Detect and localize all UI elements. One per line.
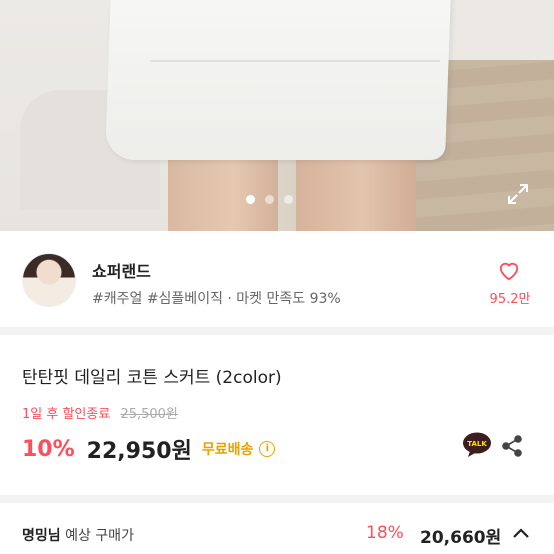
heart-icon[interactable] <box>498 261 520 281</box>
discount-rate: 10% <box>22 436 75 462</box>
free-shipping-label: 무료배송 <box>201 442 254 458</box>
product-image[interactable] <box>0 0 554 231</box>
deal-row: 1일 후 할인종료 25,500원 <box>22 403 178 422</box>
member-discount: 18% <box>366 523 404 543</box>
price-row: 10% 22,950원 무료배송 i <box>22 433 276 465</box>
shop-section[interactable]: 쇼퍼랜드 #캐주얼 #심플베이직 · 마켓 만족도 93% 95.2만 <box>0 231 554 335</box>
carousel-dot-2[interactable] <box>265 195 274 204</box>
product-title: 탄탄핏 데일리 코튼 스커트 (2color) <box>22 368 282 388</box>
carousel-indicator <box>246 195 293 204</box>
shop-tags: #캐주얼 #심플베이직 · 마켓 만족도 93% <box>92 291 341 307</box>
svg-text:TALK: TALK <box>467 440 487 448</box>
deal-countdown: 1일 후 할인종료 <box>22 407 111 422</box>
info-icon[interactable]: i <box>259 441 276 457</box>
expand-icon[interactable] <box>506 182 530 206</box>
original-price: 25,500원 <box>120 407 178 422</box>
member-label: 명밍님 예상 구매가 <box>22 525 134 545</box>
carousel-dot-1[interactable] <box>246 195 255 204</box>
photo-skirt <box>105 0 451 160</box>
member-name: 명밍님 <box>22 528 61 544</box>
carousel-dot-3[interactable] <box>284 195 293 204</box>
photo-leg-right <box>296 150 416 231</box>
sale-price: 22,950원 <box>86 439 192 464</box>
member-price-label: 예상 구매가 <box>65 528 134 544</box>
share-icon[interactable] <box>500 434 524 458</box>
member-price: 20,660원 <box>420 528 502 548</box>
shop-name[interactable]: 쇼퍼랜드 <box>92 258 151 282</box>
chevron-up-icon[interactable] <box>512 527 530 539</box>
kakao-talk-icon[interactable]: TALK <box>462 432 492 458</box>
shop-avatar[interactable] <box>22 253 76 307</box>
like-count: 95.2만 <box>489 292 531 307</box>
photo-leg-left <box>168 150 278 231</box>
photo-skirt-seam <box>150 60 440 62</box>
